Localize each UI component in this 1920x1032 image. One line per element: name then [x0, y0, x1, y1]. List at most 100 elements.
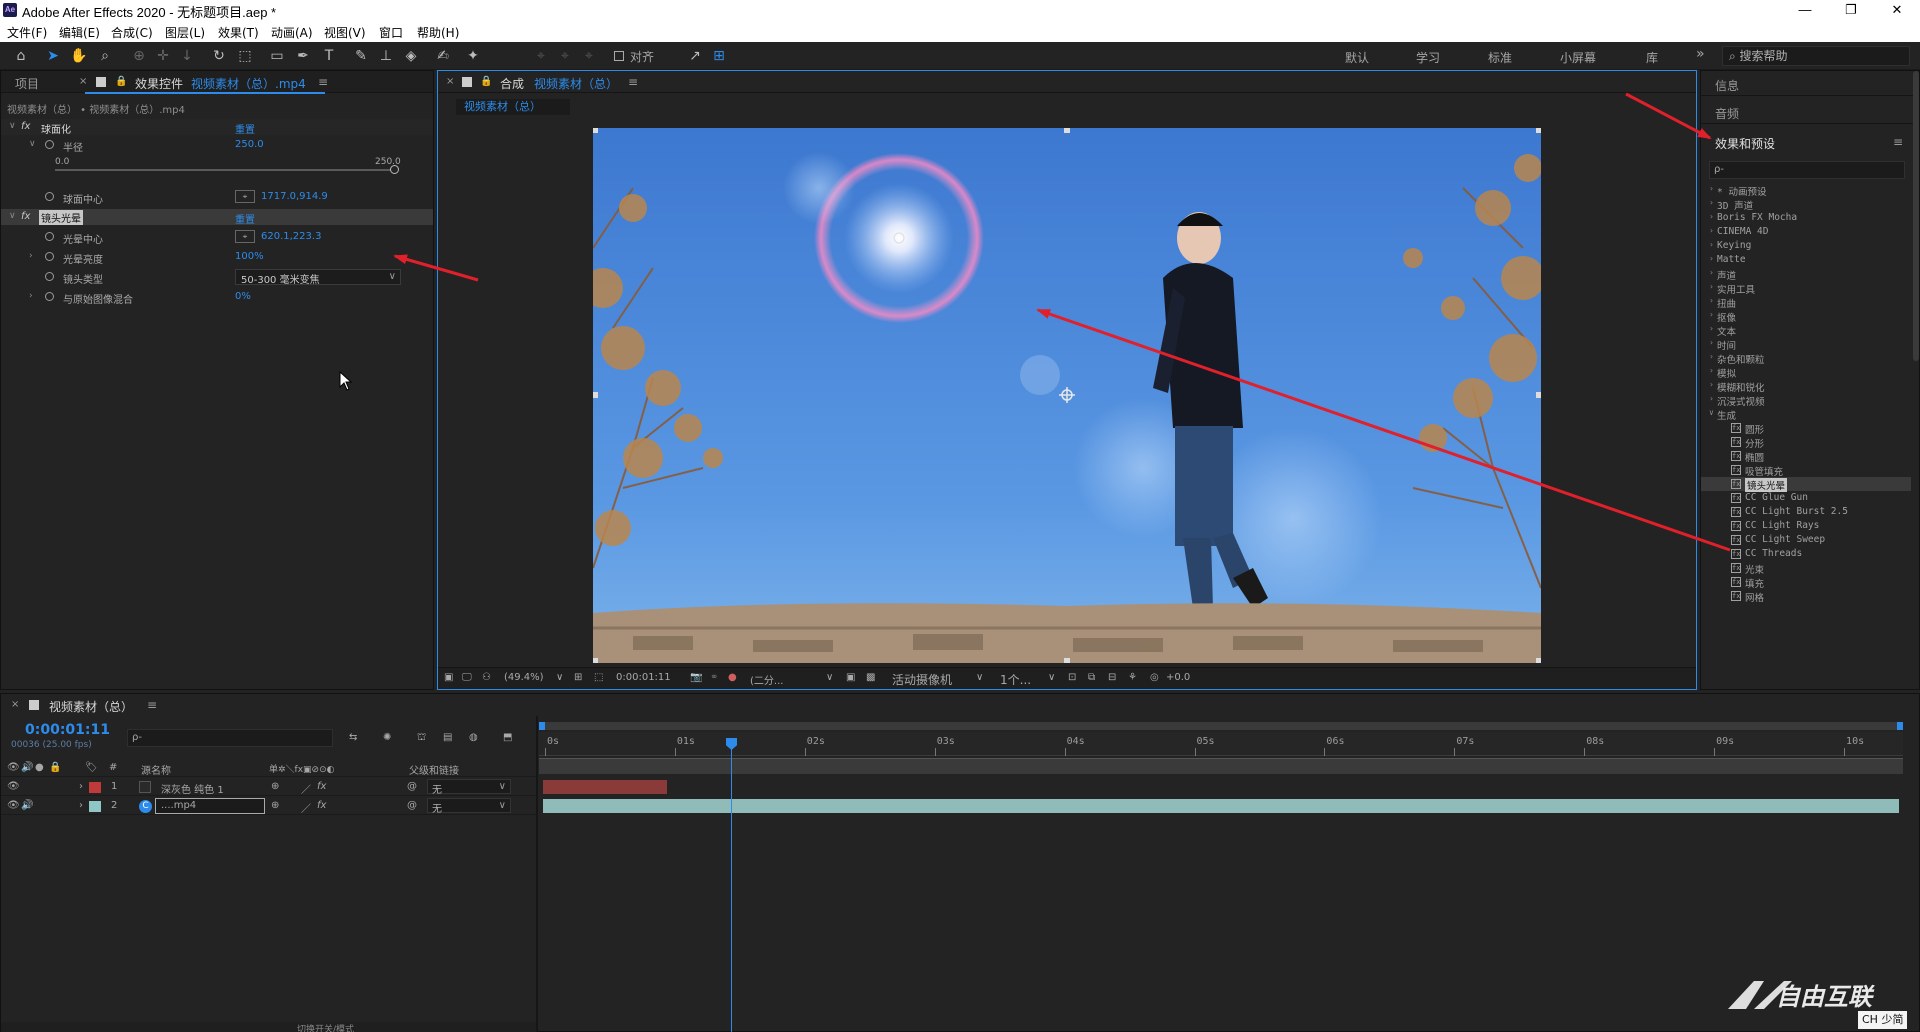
panel-menu-icon[interactable]: ≡	[318, 75, 328, 89]
effect-category[interactable]: › Boris FX Mocha	[1701, 211, 1911, 225]
effect-category[interactable]: › CINEMA 4D	[1701, 225, 1911, 239]
effect-category[interactable]: › 声道	[1701, 267, 1911, 282]
panel-menu-icon[interactable]: ≡	[147, 698, 157, 712]
tab-effect-controls[interactable]: 效果控件	[135, 75, 183, 92]
text-tool-icon[interactable]: T	[318, 46, 340, 66]
effect-category[interactable]: › 模糊和锐化	[1701, 379, 1911, 394]
lock-icon[interactable]: 🔒	[49, 762, 61, 773]
menu-file[interactable]: 文件(F)	[7, 24, 47, 41]
stopwatch-icon[interactable]	[45, 272, 54, 281]
layer-1-bar[interactable]	[543, 780, 667, 794]
radius-value[interactable]: 250.0	[235, 139, 264, 150]
lens-type-dropdown[interactable]: 50-300 毫米变焦 ∨	[235, 269, 401, 286]
crosshair-icon[interactable]: ⌖	[235, 190, 255, 203]
effect-item[interactable]: fx CC Glue Gun	[1701, 491, 1911, 505]
effect-category[interactable]: › 3D 声道	[1701, 197, 1911, 212]
layer-name[interactable]: ....mp4	[161, 800, 196, 811]
chevron-down-icon[interactable]: ∨	[826, 672, 833, 683]
crosshair-icon[interactable]: ⌖	[235, 230, 255, 243]
menu-layer[interactable]: 图层(L)	[165, 24, 205, 41]
stopwatch-icon[interactable]	[45, 292, 54, 301]
home-icon[interactable]: ⌂	[10, 46, 32, 66]
brush-tool-icon[interactable]: ✎	[350, 46, 372, 66]
reset-exposure-icon[interactable]: ◎	[1150, 672, 1159, 683]
effect-item[interactable]: fx 镜头光晕	[1701, 477, 1911, 492]
composition-subtab[interactable]: 视频素材（总）	[456, 99, 570, 115]
orbit-tool-icon[interactable]: ⊕	[128, 46, 150, 66]
effect-category[interactable]: › Matte	[1701, 253, 1911, 267]
shy-switch-icon[interactable]: ⊕	[271, 800, 279, 811]
rectangle-tool-icon[interactable]: ▭	[266, 46, 288, 66]
eye-icon[interactable]: 👁	[7, 762, 20, 773]
fx-icon[interactable]: fx	[21, 211, 30, 222]
parent-dropdown[interactable]: 无 ∨	[427, 798, 511, 815]
always-preview-icon[interactable]: ▣	[444, 672, 453, 683]
menu-edit[interactable]: 编辑(E)	[59, 24, 100, 41]
fx-icon[interactable]: fx	[21, 121, 30, 132]
menu-help[interactable]: 帮助(H)	[417, 24, 459, 41]
menu-view[interactable]: 视图(V)	[324, 24, 366, 41]
shy-switch-icon[interactable]: ⊕	[271, 781, 279, 792]
eraser-tool-icon[interactable]: ◈	[400, 46, 422, 66]
blend-value[interactable]: 0%	[235, 291, 251, 302]
effects-search-input[interactable]: ρ-	[1709, 161, 1905, 179]
effect-category[interactable]: › 抠像	[1701, 309, 1911, 324]
audio-icon[interactable]: 🔊	[21, 800, 33, 811]
zoom-level[interactable]: (49.4%)	[504, 672, 544, 683]
radius-slider-handle[interactable]	[390, 165, 399, 174]
layer-row-1[interactable]: 👁 › 1 深灰色 纯色 1 ⊕ ／ fx @ 无 ∨	[1, 778, 536, 796]
layer-label-color[interactable]	[89, 801, 101, 812]
workspace-library[interactable]: 库	[1646, 49, 1658, 66]
rotate-tool-icon[interactable]: ↻	[208, 46, 230, 66]
effect-item[interactable]: fx 光束	[1701, 561, 1911, 576]
layer-2-bar[interactable]	[543, 799, 1899, 813]
effect-category[interactable]: › 文本	[1701, 323, 1911, 338]
expand-icon[interactable]: ∨	[9, 121, 16, 131]
lock-icon[interactable]: 🔒	[480, 76, 492, 87]
selection-tool-icon[interactable]: ➤	[42, 46, 64, 66]
stopwatch-icon[interactable]	[45, 192, 54, 201]
effect-item[interactable]: fx 吸管填充	[1701, 463, 1911, 478]
stamp-tool-icon[interactable]: ⊥	[375, 46, 397, 66]
effect-item[interactable]: fx CC Light Burst 2.5	[1701, 505, 1911, 519]
effect-item[interactable]: fx CC Light Sweep	[1701, 533, 1911, 547]
workspace-standard[interactable]: 标准	[1488, 49, 1512, 66]
menu-animation[interactable]: 动画(A)	[271, 24, 313, 41]
fast-preview-icon[interactable]: ⊡	[1068, 672, 1076, 683]
tab-effect-controls-layer[interactable]: 视频素材（总）.mp4	[191, 75, 306, 92]
flare-brightness-value[interactable]: 100%	[235, 251, 264, 262]
help-search-input[interactable]: ⌕ 搜索帮助	[1722, 46, 1910, 66]
stopwatch-icon[interactable]	[45, 232, 54, 241]
chevron-down-icon[interactable]: ∨	[556, 672, 563, 683]
stopwatch-icon[interactable]	[45, 252, 54, 261]
work-area-end-handle[interactable]	[1897, 722, 1903, 730]
effect-category[interactable]: › Keying	[1701, 239, 1911, 253]
resolution-dropdown[interactable]: (二分...	[750, 672, 783, 687]
camera-dropdown[interactable]: 活动摄像机	[892, 671, 952, 688]
tab-composition-name[interactable]: 视频素材（总）	[534, 75, 618, 92]
snapshot-icon[interactable]: 📷	[690, 672, 702, 683]
puppet-tool-icon[interactable]: ✦	[462, 46, 484, 66]
effect-category[interactable]: › 扭曲	[1701, 295, 1911, 310]
fx-switch-icon[interactable]: fx	[317, 800, 326, 811]
chevron-down-icon[interactable]: ∨	[976, 672, 983, 683]
effect-item[interactable]: fx 圆形	[1701, 421, 1911, 436]
effect-category[interactable]: › 时间	[1701, 337, 1911, 352]
col-source-name[interactable]: 源名称	[141, 762, 171, 777]
world-axis-icon[interactable]: ⌖	[554, 46, 576, 66]
frame-blending-icon[interactable]: ▤	[443, 732, 452, 743]
effect-lens-flare-header[interactable]: ∨ fx 镜头光晕 重置	[1, 209, 433, 226]
effect-category[interactable]: › 模拟	[1701, 365, 1911, 380]
expand-icon[interactable]: ›	[29, 291, 33, 301]
effect-item[interactable]: fx 网格	[1701, 589, 1911, 604]
effect-spherize-header[interactable]: ∨ fx 球面化 重置	[1, 119, 433, 136]
shy-layers-icon[interactable]: ⛫	[417, 732, 426, 745]
chevron-down-icon[interactable]: ∨	[1048, 672, 1055, 683]
region-icon[interactable]: ⬚	[594, 672, 603, 683]
col-parent[interactable]: 父级和链接	[409, 762, 459, 777]
workspace-more-icon[interactable]: »	[1696, 46, 1705, 62]
work-area-bar[interactable]	[539, 722, 1903, 730]
transparency-grid-icon[interactable]: ▩	[866, 672, 875, 683]
effect-item[interactable]: fx 椭圆	[1701, 449, 1911, 464]
effect-item[interactable]: fx 分形	[1701, 435, 1911, 450]
